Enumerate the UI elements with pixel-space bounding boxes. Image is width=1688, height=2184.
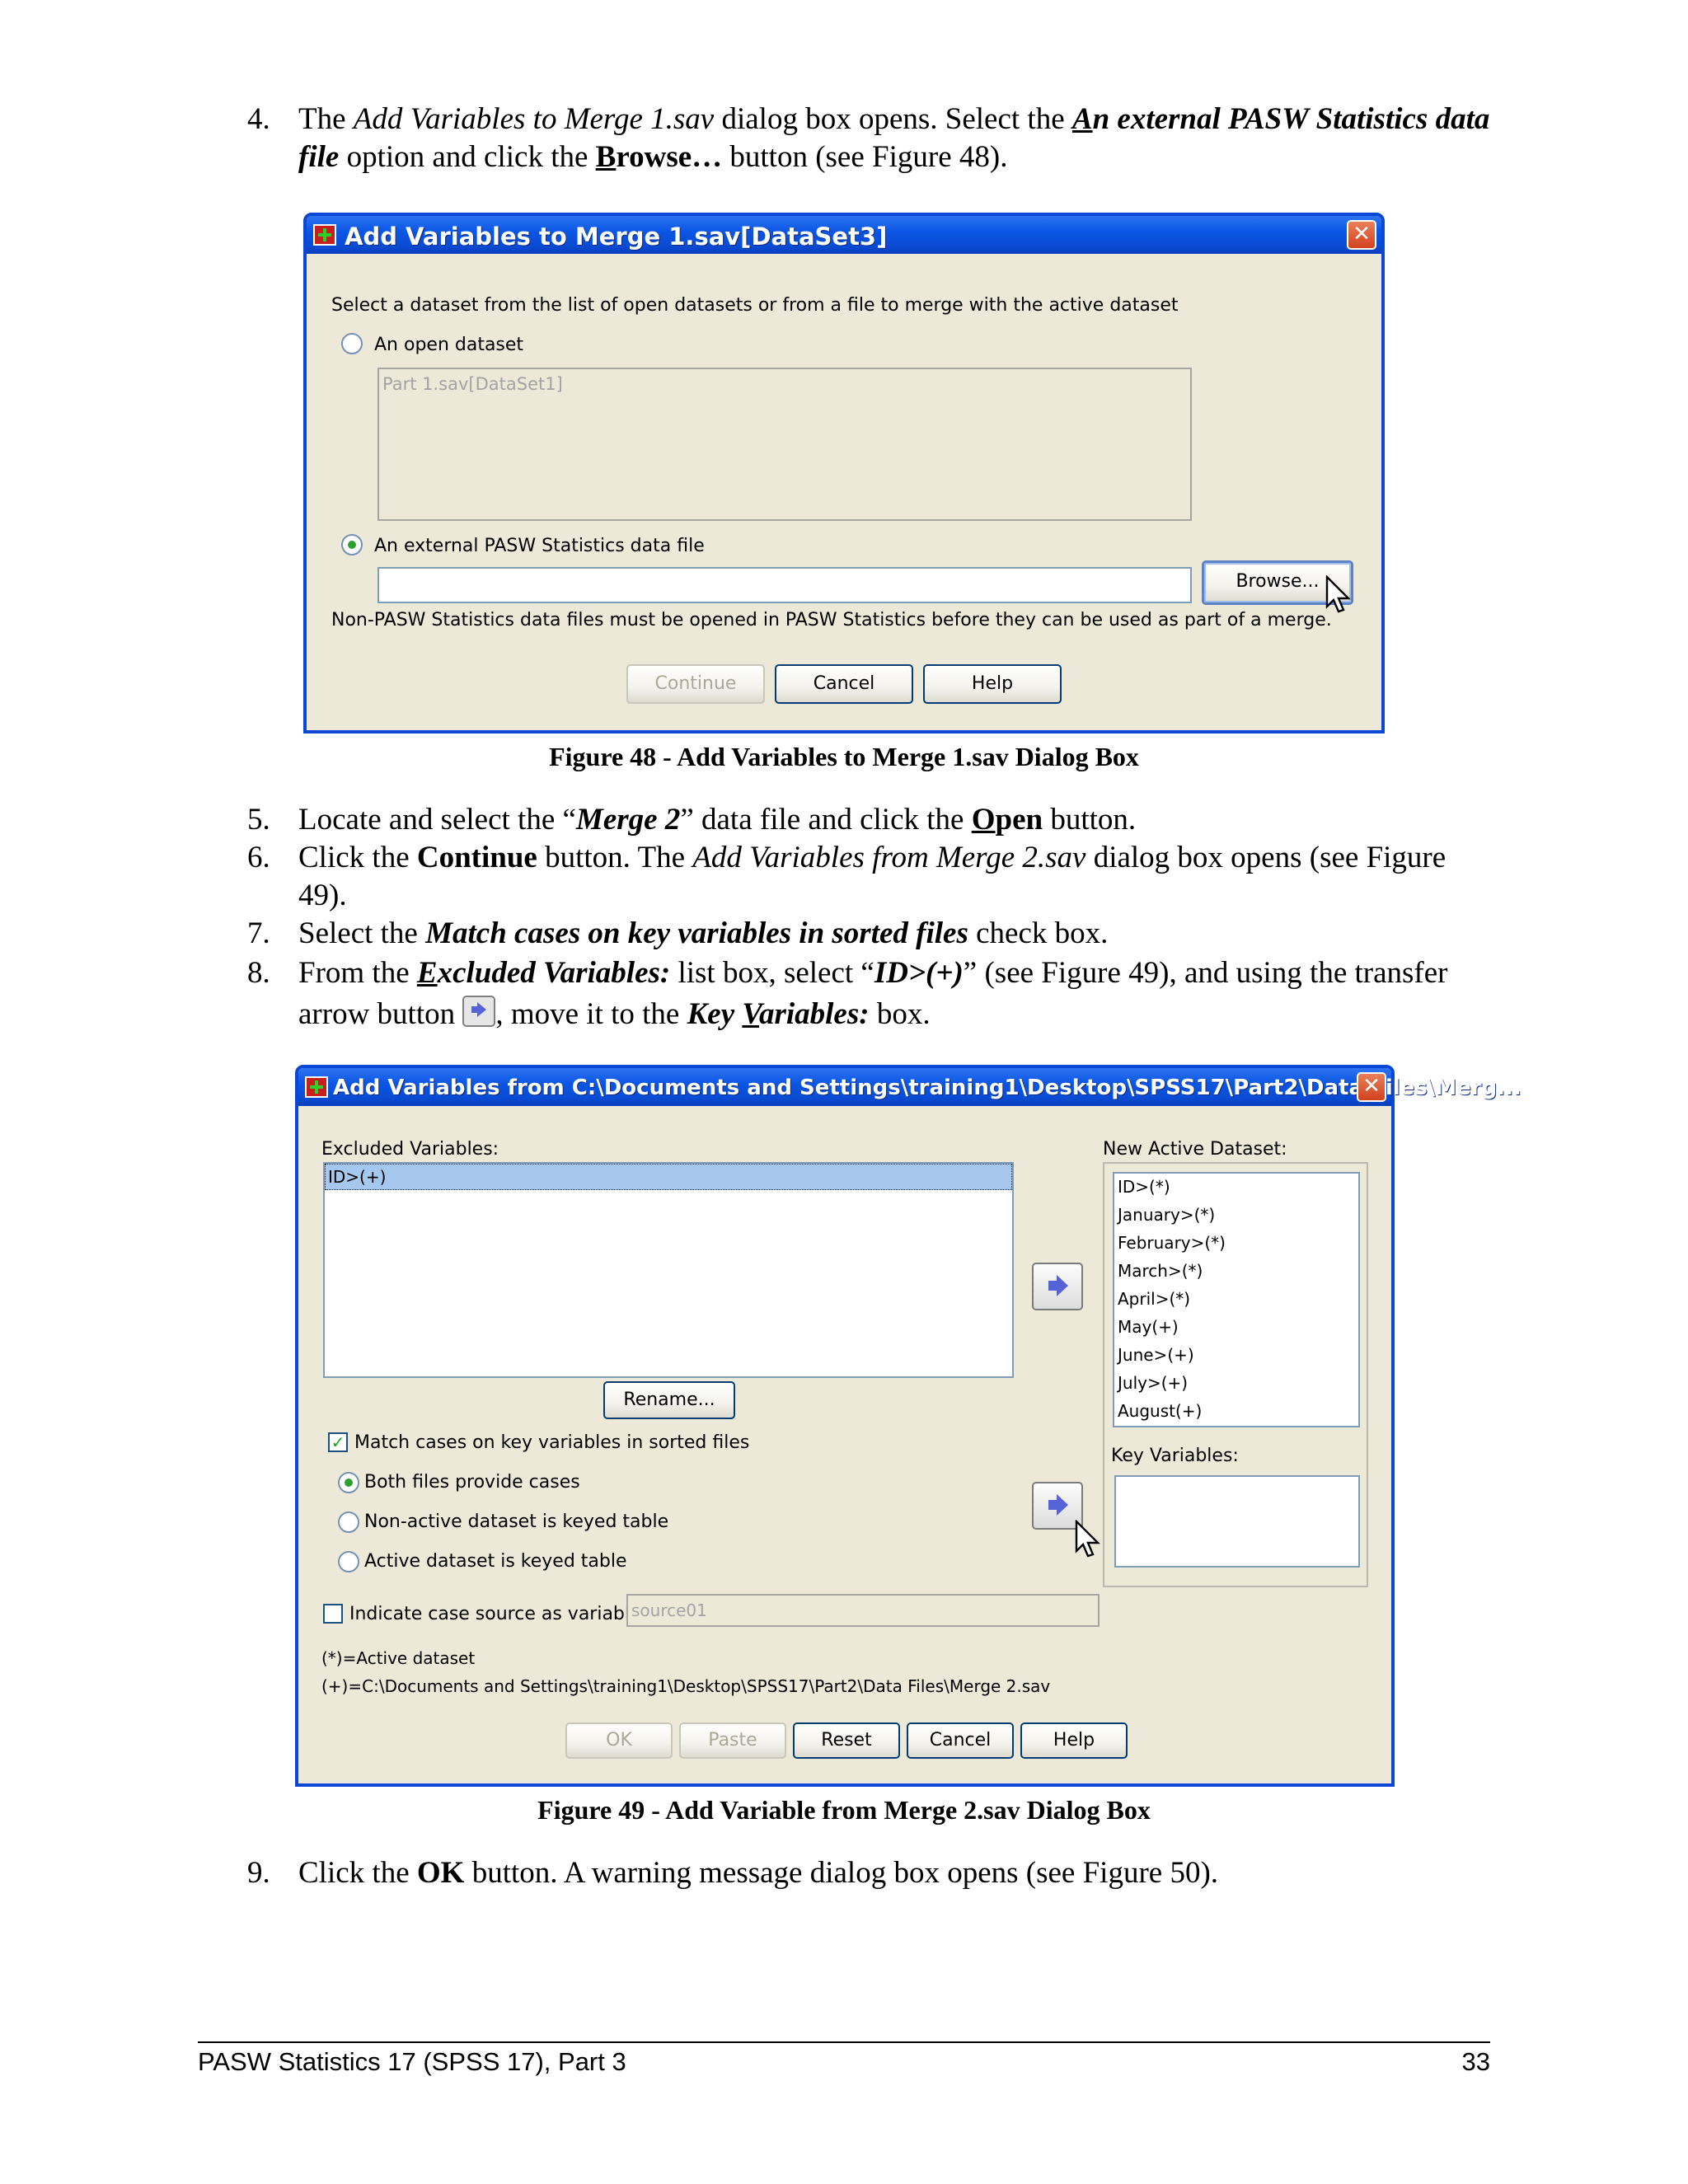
list-item[interactable]: June>(+) xyxy=(1118,1345,1194,1365)
step-number: 6. xyxy=(247,841,270,874)
both-files-label: Both files provide cases xyxy=(364,1472,580,1493)
external-file-path-input[interactable] xyxy=(377,567,1192,603)
active-keyed-radio[interactable] xyxy=(338,1551,359,1572)
help-button[interactable]: Help xyxy=(923,664,1062,704)
transfer-arrow-icon xyxy=(462,996,496,1027)
dialog-titlebar[interactable]: Add Variables to Merge 1.sav[DataSet3] ✕ xyxy=(307,216,1381,254)
ok-button[interactable]: OK xyxy=(565,1722,673,1759)
list-item[interactable]: January>(*) xyxy=(1118,1205,1215,1225)
document-page: { "steps": { "s4": { "num": "4.", "t1": … xyxy=(0,0,1688,2184)
mouse-cursor-icon xyxy=(1325,575,1351,613)
indicate-source-label: Indicate case source as variable: xyxy=(349,1604,647,1624)
figure-49-caption: Figure 49 - Add Variable from Merge 2.sa… xyxy=(537,1795,1151,1825)
close-icon[interactable]: ✕ xyxy=(1357,1072,1386,1102)
close-icon[interactable]: ✕ xyxy=(1347,220,1376,250)
excluded-variables-list[interactable]: ID>(+) xyxy=(323,1162,1014,1378)
selected-row-highlight xyxy=(325,1164,1012,1190)
non-pasw-note: Non-PASW Statistics data files must be o… xyxy=(331,610,1332,630)
reset-button[interactable]: Reset xyxy=(793,1722,900,1759)
figure-48-caption: Figure 48 - Add Variables to Merge 1.sav… xyxy=(549,742,1139,771)
new-active-dataset-label: New Active Dataset: xyxy=(1103,1139,1287,1160)
footer-rule xyxy=(198,2041,1490,2043)
add-variables-merge2-dialog: Add Variables from C:\Documents and Sett… xyxy=(295,1065,1522,1787)
list-item[interactable]: May(+) xyxy=(1118,1317,1179,1337)
rename-button[interactable]: Rename... xyxy=(603,1381,735,1419)
indicate-source-checkbox[interactable] xyxy=(323,1604,343,1624)
excluded-variables-label: Excluded Variables: xyxy=(321,1139,499,1160)
dialog-titlebar[interactable]: Add Variables from C:\Documents and Sett… xyxy=(298,1068,1522,1106)
external-file-radio[interactable] xyxy=(341,534,363,555)
page-number: 33 xyxy=(1461,2047,1490,2076)
nonactive-keyed-radio[interactable] xyxy=(338,1511,359,1533)
step-text: Click the Continue button. The Add Varia… xyxy=(298,841,1447,912)
instruction-text: Select a dataset from the list of open d… xyxy=(331,295,1179,316)
dialog-title: Add Variables to Merge 1.sav[DataSet3] xyxy=(345,223,888,251)
list-item[interactable]: August(+) xyxy=(1118,1401,1202,1421)
continue-button[interactable]: Continue xyxy=(626,664,765,704)
step-text: Locate and select the “Merge 2” data fil… xyxy=(298,803,1137,837)
step-text: From the Excluded Variables: list box, s… xyxy=(298,956,1448,1031)
step-text: The Add Variables to Merge 1.sav dialog … xyxy=(298,102,1490,174)
open-dataset-radio[interactable] xyxy=(341,333,363,354)
key-variables-label: Key Variables: xyxy=(1111,1446,1239,1466)
step-text: Select the Match cases on key variables … xyxy=(298,916,1109,950)
step-number: 7. xyxy=(247,916,270,950)
spss-app-icon xyxy=(313,224,336,246)
spss-app-icon xyxy=(305,1076,328,1098)
list-item[interactable]: Part 1.sav[DataSet1] xyxy=(382,374,563,394)
list-item[interactable]: ID>(+) xyxy=(328,1167,386,1187)
cancel-button[interactable]: Cancel xyxy=(907,1722,1014,1759)
list-item[interactable]: February>(*) xyxy=(1118,1233,1226,1253)
move-to-new-active-button[interactable] xyxy=(1032,1263,1083,1310)
match-cases-checkbox[interactable]: ✓ xyxy=(328,1432,348,1452)
list-item[interactable]: July>(+) xyxy=(1118,1373,1188,1393)
help-button[interactable]: Help xyxy=(1020,1722,1128,1759)
list-item[interactable]: April>(*) xyxy=(1118,1289,1190,1309)
list-item[interactable]: March>(*) xyxy=(1118,1261,1203,1281)
arrow-right-icon xyxy=(1048,1275,1068,1296)
cancel-button[interactable]: Cancel xyxy=(775,664,913,704)
legend-active: (*)=Active dataset xyxy=(321,1648,476,1668)
step-number: 9. xyxy=(247,1856,270,1890)
key-variables-list[interactable] xyxy=(1114,1475,1360,1568)
new-active-dataset-list[interactable]: ID>(*) January>(*) February>(*) March>(*… xyxy=(1113,1172,1360,1427)
both-files-radio[interactable] xyxy=(338,1472,359,1493)
source-variable-value: source01 xyxy=(631,1601,707,1620)
step-number: 5. xyxy=(247,803,270,837)
step-number: 8. xyxy=(247,956,270,990)
footer-title: PASW Statistics 17 (SPSS 17), Part 3 xyxy=(198,2047,626,2076)
active-keyed-label: Active dataset is keyed table xyxy=(364,1551,627,1572)
step-number: 4. xyxy=(247,102,270,136)
add-variables-merge1-dialog: Add Variables to Merge 1.sav[DataSet3] ✕… xyxy=(303,213,1385,733)
mouse-cursor-icon xyxy=(1075,1520,1100,1558)
list-item[interactable]: ID>(*) xyxy=(1118,1177,1170,1197)
dialog-title: Add Variables from C:\Documents and Sett… xyxy=(333,1076,1522,1100)
nonactive-keyed-label: Non-active dataset is keyed table xyxy=(364,1511,669,1532)
match-cases-label: Match cases on key variables in sorted f… xyxy=(354,1432,750,1453)
open-dataset-label: An open dataset xyxy=(374,335,524,355)
open-datasets-list[interactable]: Part 1.sav[DataSet1] xyxy=(377,368,1192,521)
external-file-label: An external PASW Statistics data file xyxy=(374,536,705,556)
step-text: Click the OK button. A warning message d… xyxy=(298,1856,1219,1890)
legend-plus: (+)=C:\Documents and Settings\training1\… xyxy=(321,1676,1051,1696)
source-variable-input[interactable]: source01 xyxy=(626,1594,1100,1627)
paste-button[interactable]: Paste xyxy=(679,1722,786,1759)
